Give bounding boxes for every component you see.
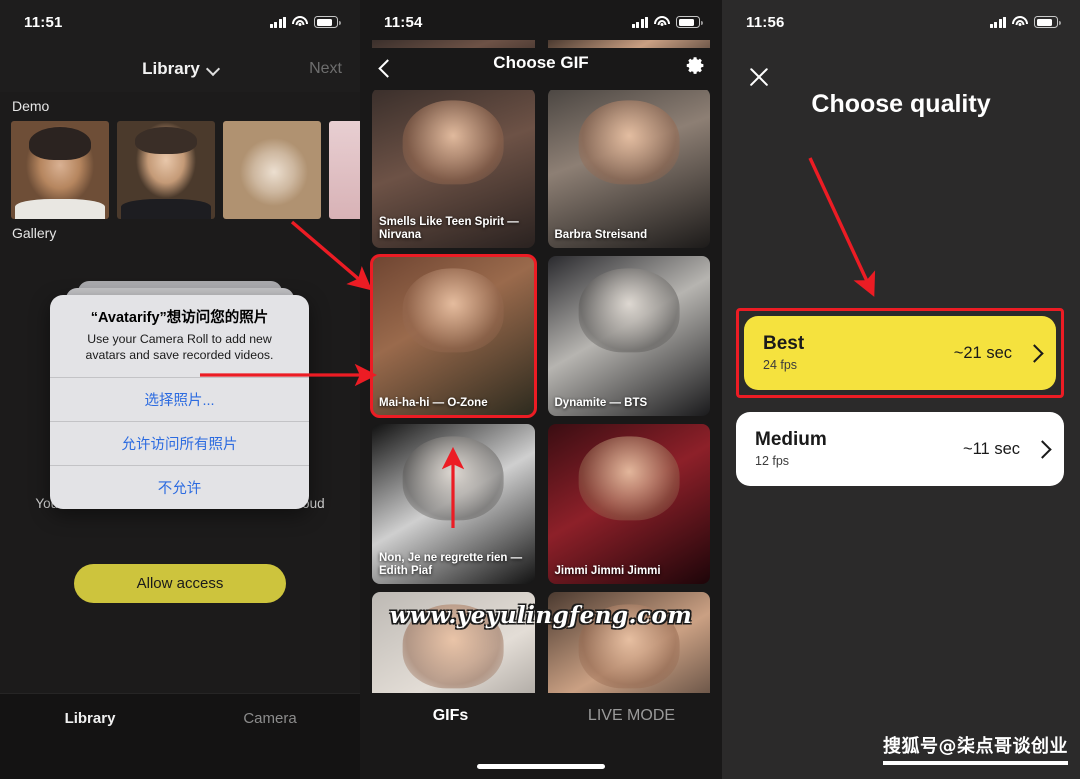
- status-time: 11:56: [746, 13, 785, 31]
- quality-options-list: Best 24 fps ~21 sec Medium 12 fps ~11 se…: [736, 308, 1064, 486]
- tab-library[interactable]: Library: [0, 710, 180, 727]
- permission-dialog-message: Use your Camera Roll to add new avatars …: [85, 332, 274, 363]
- choose-gif-title: Choose GIF: [493, 53, 589, 72]
- chevron-down-icon: [207, 64, 218, 75]
- close-icon[interactable]: [744, 62, 774, 92]
- gif-card[interactable]: Smells Like Teen Spirit — Nirvana: [372, 88, 535, 248]
- quality-option-best[interactable]: Best 24 fps ~21 sec: [744, 316, 1056, 390]
- demo-thumbnail-row[interactable]: [0, 121, 360, 219]
- demo-thumbnail[interactable]: [11, 121, 109, 219]
- library-navbar: Library Next: [0, 46, 360, 92]
- tab-gifs[interactable]: GIFs: [360, 707, 541, 725]
- panel-library: 11:51 Library Next Demo Gallery Your clo…: [0, 0, 360, 779]
- permission-dialog-title: “Avatarify”想访问您的照片: [90, 310, 269, 326]
- panel-choose-gif: 11:54 Smells Like Teen Spirit — Nirvana: [360, 0, 722, 779]
- panel-choose-quality: 11:56 Choose quality Best 24 fps ~21 sec: [722, 0, 1080, 779]
- sohu-watermark: 搜狐号@柒点哥谈创业: [883, 732, 1068, 765]
- permission-deny-button[interactable]: 不允许: [50, 465, 309, 509]
- photo-permission-dialog: “Avatarify”想访问您的照片 Use your Camera Roll …: [50, 295, 309, 510]
- tab-live-mode[interactable]: LIVE MODE: [541, 707, 722, 725]
- selection-highlight-box: Best 24 fps ~21 sec: [736, 308, 1064, 398]
- demo-thumbnail[interactable]: [329, 121, 360, 219]
- cellular-signal-icon: [631, 16, 648, 28]
- status-time: 11:54: [384, 13, 423, 31]
- battery-icon: [1034, 16, 1061, 28]
- chevron-right-icon: [1036, 443, 1048, 455]
- gif-caption: Non, Je ne regrette rien — Edith Piaf: [379, 551, 523, 578]
- gif-grid: Smells Like Teen Spirit — Nirvana Barbra…: [370, 88, 710, 752]
- quality-name: Best: [763, 332, 805, 354]
- library-title-dropdown[interactable]: Library: [142, 59, 218, 79]
- chevron-right-icon: [1028, 347, 1040, 359]
- gif-card-selected[interactable]: Mai-ha-hi — O-Zone: [370, 254, 537, 418]
- battery-icon: [676, 16, 703, 28]
- quality-fps: 24 fps: [763, 358, 798, 373]
- status-bar: 11:51: [0, 0, 360, 44]
- next-button[interactable]: Next: [309, 60, 342, 78]
- permission-select-photos-button[interactable]: 选择照片...: [50, 377, 309, 421]
- wifi-icon: [1012, 16, 1028, 28]
- gif-caption: Jimmi Jimmi Jimmi: [554, 565, 661, 578]
- status-time: 11:51: [24, 13, 63, 31]
- gif-caption: Dynamite — BTS: [554, 397, 648, 410]
- quality-duration: ~11 sec: [962, 439, 1020, 458]
- library-tabbar: Library Camera: [0, 693, 360, 779]
- wifi-icon: [292, 16, 308, 28]
- status-bar: 11:56: [722, 0, 1080, 44]
- gif-caption: Smells Like Teen Spirit — Nirvana: [379, 215, 519, 242]
- quality-option-medium[interactable]: Medium 12 fps ~11 sec: [736, 412, 1064, 486]
- permission-dialog-header: “Avatarify”想访问您的照片 Use your Camera Roll …: [50, 295, 309, 377]
- quality-fps: 12 fps: [755, 454, 790, 469]
- gif-card[interactable]: Non, Je ne regrette rien — Edith Piaf: [372, 424, 535, 584]
- site-watermark: www.yeyulingfeng.com: [389, 602, 693, 629]
- status-icons: [269, 16, 341, 28]
- allow-access-button[interactable]: Allow access: [74, 564, 286, 603]
- status-bar: 11:54: [360, 0, 722, 44]
- screenshot-stage: 11:51 Library Next Demo Gallery Your clo…: [0, 0, 1080, 779]
- gif-caption: Barbra Streisand: [554, 229, 648, 242]
- cellular-signal-icon: [989, 16, 1006, 28]
- status-icons: [989, 16, 1061, 28]
- library-title-label: Library: [142, 59, 200, 78]
- choose-quality-title: Choose quality: [811, 90, 991, 118]
- section-label-demo: Demo: [12, 98, 50, 114]
- quality-duration: ~21 sec: [953, 343, 1012, 362]
- gif-card[interactable]: Barbra Streisand: [547, 88, 710, 248]
- gif-card[interactable]: Dynamite — BTS: [547, 256, 710, 416]
- demo-thumbnail[interactable]: [117, 121, 215, 219]
- choose-gif-tabbar: GIFs LIVE MODE: [360, 693, 722, 779]
- gear-icon[interactable]: [685, 55, 706, 76]
- demo-thumbnail[interactable]: [223, 121, 321, 219]
- section-label-gallery: Gallery: [12, 225, 57, 241]
- battery-icon: [314, 16, 341, 28]
- quality-name: Medium: [755, 428, 827, 450]
- back-icon[interactable]: [374, 56, 396, 82]
- gif-caption: Mai-ha-hi — O-Zone: [379, 397, 488, 410]
- status-icons: [631, 16, 703, 28]
- wifi-icon: [654, 16, 670, 28]
- home-indicator: [477, 764, 605, 769]
- cellular-signal-icon: [269, 16, 286, 28]
- permission-allow-all-button[interactable]: 允许访问所有照片: [50, 421, 309, 465]
- tab-camera[interactable]: Camera: [180, 710, 360, 727]
- gif-card[interactable]: Jimmi Jimmi Jimmi: [547, 424, 710, 584]
- choose-gif-navbar: Choose GIF: [360, 48, 722, 90]
